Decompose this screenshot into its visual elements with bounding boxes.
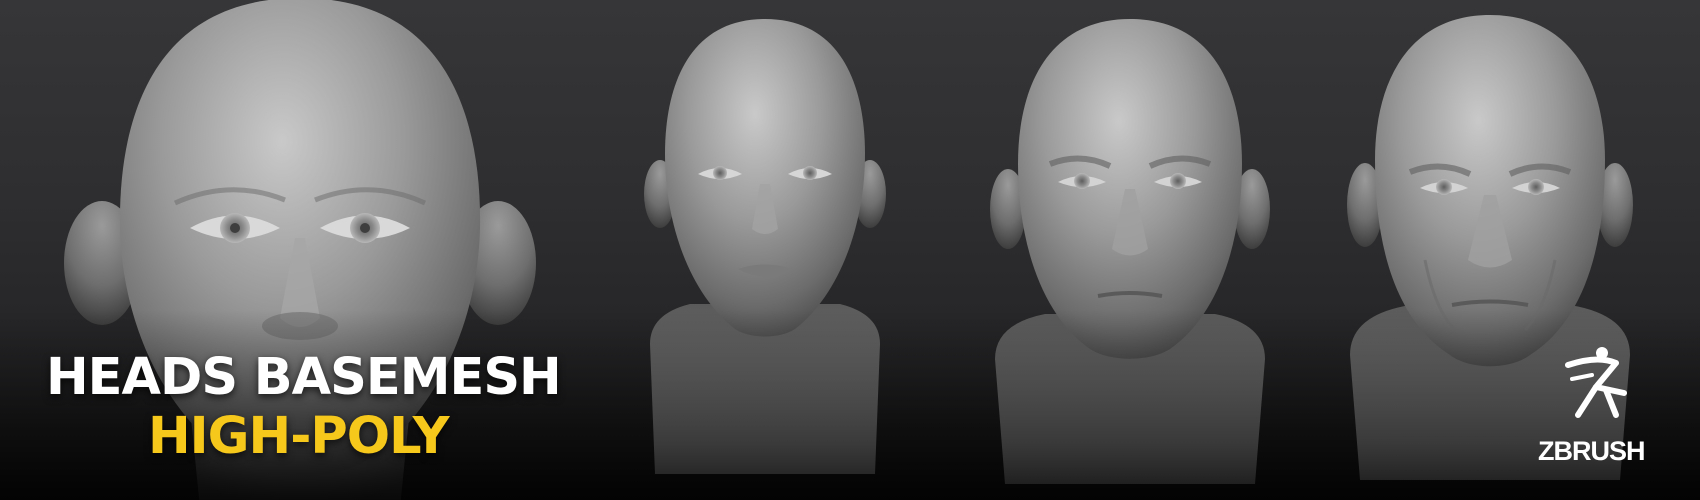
- female-head-render: [644, 19, 886, 474]
- zbrush-logo: ZBRUSH: [1538, 345, 1678, 466]
- male-head-render: [990, 19, 1270, 484]
- title-high-poly: HIGH-POLY: [148, 407, 450, 466]
- title-heads-basemesh: HEADS BASEMESH: [46, 348, 562, 407]
- zbrush-running-figure-icon: [1565, 347, 1627, 418]
- zbrush-wordmark: ZBRUSH: [1538, 436, 1645, 466]
- banner: HEADS BASEMESH HIGH-POLY ZBRUSH: [0, 0, 1700, 500]
